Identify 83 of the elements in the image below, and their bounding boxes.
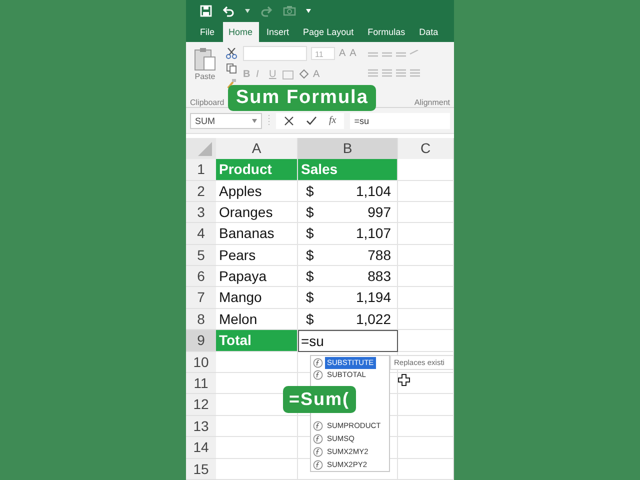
copy-icon[interactable] xyxy=(226,63,237,74)
table-cell: Papaya xyxy=(216,266,298,288)
currency-symbol: $ xyxy=(306,224,314,244)
group-label: Alignment xyxy=(414,98,450,108)
column-header[interactable]: B xyxy=(298,138,398,160)
ribbon-tab[interactable]: Data xyxy=(413,22,444,42)
table-cell: Total xyxy=(216,330,298,352)
table-cell: Bananas xyxy=(216,223,298,245)
fill-bucket-icon[interactable] xyxy=(298,69,309,80)
row-header[interactable]: 12 xyxy=(186,394,216,416)
row-header[interactable]: 14 xyxy=(186,437,216,459)
sales-amount: 788 xyxy=(368,246,391,265)
editing-cell[interactable]: =su xyxy=(298,330,398,352)
table-cell xyxy=(398,330,454,352)
camera-icon[interactable] xyxy=(283,5,296,16)
scissors-icon[interactable] xyxy=(226,48,237,60)
caret-icon[interactable] xyxy=(245,8,250,13)
currency-symbol: $ xyxy=(306,267,314,286)
row-header[interactable]: 11 xyxy=(186,373,216,394)
font-name-field[interactable] xyxy=(243,46,307,62)
title-banner: Sum Formula xyxy=(228,85,376,112)
sales-amount: 1,194 xyxy=(356,288,391,308)
row-header[interactable]: 6 xyxy=(186,266,216,288)
paste-label[interactable]: Paste xyxy=(194,72,216,82)
ribbon-tab[interactable]: Formulas xyxy=(362,22,412,42)
undo-icon[interactable] xyxy=(222,4,235,17)
group-label: Clipboard xyxy=(190,98,224,108)
function-icon xyxy=(313,434,323,444)
formula-input[interactable]: =su xyxy=(350,112,450,129)
function-icon xyxy=(313,460,323,470)
insert-function-button[interactable]: fx xyxy=(329,115,336,126)
row-header[interactable]: 7 xyxy=(186,287,216,309)
sales-amount: 1,022 xyxy=(356,310,391,329)
table-cell: Mango xyxy=(216,287,298,309)
row-header[interactable]: 10 xyxy=(186,352,216,374)
caret-icon[interactable] xyxy=(252,118,257,123)
table-cell: Sales xyxy=(298,159,398,181)
currency-symbol: $ xyxy=(306,202,314,222)
column-header[interactable]: A xyxy=(216,138,298,160)
table-cell xyxy=(398,159,454,181)
row-header[interactable]: 5 xyxy=(186,244,216,266)
row-header[interactable]: 15 xyxy=(186,458,216,480)
currency-symbol: $ xyxy=(306,182,314,201)
function-icon xyxy=(313,370,323,380)
row-header[interactable]: 13 xyxy=(186,416,216,438)
column-header[interactable]: C xyxy=(398,138,454,160)
ribbon-tab[interactable]: Page Layout xyxy=(297,22,360,42)
formula-banner: =Sum( xyxy=(283,386,356,414)
row-header[interactable]: 3 xyxy=(186,202,216,224)
currency-symbol: $ xyxy=(306,288,314,308)
row-header[interactable]: 9 xyxy=(186,330,216,352)
ribbon-tab[interactable]: File xyxy=(194,22,221,42)
row-header[interactable]: 4 xyxy=(186,223,216,245)
enter-checkmark-icon[interactable] xyxy=(306,116,317,126)
table-cell: Oranges xyxy=(216,202,298,224)
table-cell: Pears xyxy=(216,244,298,266)
sales-amount: 1,104 xyxy=(356,182,391,201)
ribbon-tab[interactable]: Home xyxy=(222,22,259,42)
name-box[interactable]: SUM xyxy=(190,112,262,129)
table-cell xyxy=(398,437,454,459)
row-header[interactable]: 2 xyxy=(186,180,216,202)
sales-amount: 1,107 xyxy=(356,224,391,244)
save-icon[interactable] xyxy=(200,4,212,17)
currency-symbol: $ xyxy=(306,310,314,329)
sales-amount: 883 xyxy=(368,267,391,286)
table-cell: Product xyxy=(216,159,298,181)
row-header[interactable]: 1 xyxy=(186,159,216,181)
customize-caret-icon[interactable] xyxy=(306,8,311,14)
table-cell: Apples xyxy=(216,180,298,202)
row-header[interactable]: 8 xyxy=(186,308,216,330)
clipboard-icon[interactable] xyxy=(192,46,218,72)
currency-symbol: $ xyxy=(306,246,314,265)
sales-amount: 997 xyxy=(368,202,391,222)
function-icon xyxy=(313,446,323,457)
cancel-icon[interactable] xyxy=(284,116,294,126)
function-icon xyxy=(313,421,323,432)
function-icon xyxy=(313,358,323,368)
ribbon-tab[interactable]: Insert xyxy=(260,22,296,42)
table-cell xyxy=(398,458,454,480)
cross-cursor-icon xyxy=(398,374,410,386)
table-cell xyxy=(398,416,454,438)
redo-icon[interactable] xyxy=(260,4,273,17)
table-cell xyxy=(398,394,454,416)
